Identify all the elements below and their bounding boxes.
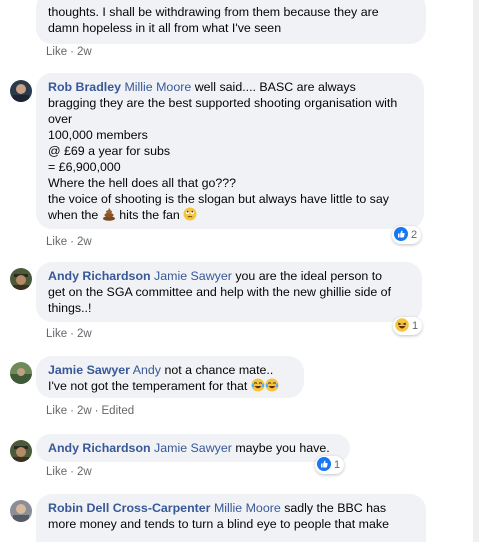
comment-text: when the: [48, 208, 99, 222]
comment-author[interactable]: Jamie Sawyer: [48, 363, 130, 377]
dot: ·: [70, 328, 74, 340]
comment-text-line: @ £69 a year for subs: [48, 144, 171, 158]
comment-text: well said.... BASC are always: [194, 80, 356, 94]
comment-first-line: Andy Richardson Jamie Sawyer you are the…: [48, 268, 410, 284]
edited-label[interactable]: Edited: [102, 405, 135, 417]
like-reaction-icon: [394, 226, 408, 244]
comment-author[interactable]: Andy Richardson: [48, 269, 151, 283]
comment-text: hits the fan: [119, 208, 180, 222]
reaction-count: 1: [412, 320, 419, 332]
comment-text-line: I've not got the temperament for that: [48, 378, 292, 396]
avatar[interactable]: [10, 80, 32, 102]
reaction-count: 1: [334, 459, 341, 471]
comment-author[interactable]: Andy Richardson: [48, 441, 151, 455]
comment-text-line: bragging they are the best supported sho…: [48, 96, 398, 110]
dot: ·: [70, 405, 74, 417]
comment-text-line: the voice of shooting is the slogan but …: [48, 192, 389, 206]
like-button[interactable]: Like: [46, 466, 67, 478]
scrollbar[interactable]: [473, 0, 479, 542]
comment-bubble: thoughts. I shall be withdrawing from th…: [36, 0, 426, 44]
comment-first-line: Robin Dell Cross-Carpenter Millie Moore …: [48, 500, 414, 516]
rolling-eyes-emoji-icon: [183, 207, 197, 225]
tears-of-joy-emoji-icon: [251, 378, 265, 396]
reaction-summary[interactable]: 2: [392, 226, 422, 244]
comment-author[interactable]: Robin Dell Cross-Carpenter: [48, 501, 210, 515]
mention-tag[interactable]: Millie Moore: [124, 80, 191, 94]
comment-text-line: Where the hell does all that go???: [48, 176, 237, 190]
dot: ·: [94, 405, 99, 417]
timestamp[interactable]: 2w: [77, 46, 92, 58]
dot: ·: [70, 466, 74, 478]
timestamp[interactable]: 2w: [77, 466, 92, 478]
comment-bubble: Rob Bradley Millie Moore well said.... B…: [36, 73, 424, 229]
comment-text-line: when the hits the fan: [48, 207, 412, 225]
avatar[interactable]: [10, 440, 32, 462]
comment-bubble: Robin Dell Cross-Carpenter Millie Moore …: [36, 494, 426, 542]
comment-text-line: thoughts. I shall be withdrawing from th…: [48, 5, 379, 19]
like-reaction-icon: [317, 456, 331, 474]
mention-tag[interactable]: Andy: [133, 363, 161, 377]
comment-text-line: things..!: [48, 301, 92, 315]
avatar[interactable]: [10, 500, 32, 522]
comment-text: maybe you have.: [235, 441, 330, 455]
comment-text: sadly the BBC has: [284, 501, 387, 515]
mention-tag[interactable]: Jamie Sawyer: [154, 269, 232, 283]
comment-text-line: more money and tends to turn a blind eye…: [48, 517, 389, 531]
avatar[interactable]: [10, 362, 32, 384]
comment-meta: Like · 2w · Edited: [46, 405, 134, 417]
haha-reaction-icon: [395, 317, 409, 335]
comment-bubble: Jamie Sawyer Andy not a chance mate.. I'…: [36, 356, 304, 398]
like-button[interactable]: Like: [46, 328, 67, 340]
timestamp[interactable]: 2w: [77, 405, 92, 417]
poop-emoji-icon: [102, 207, 116, 225]
avatar[interactable]: [10, 268, 32, 290]
dot: ·: [70, 236, 74, 248]
timestamp[interactable]: 2w: [77, 328, 92, 340]
comment-text: not a chance mate..: [164, 363, 274, 377]
comment-text: you are the ideal person to: [235, 269, 383, 283]
like-button[interactable]: Like: [46, 46, 67, 58]
comment-first-line: Jamie Sawyer Andy not a chance mate..: [48, 362, 292, 378]
comment-text-line: 100,000 members: [48, 128, 148, 142]
comment-text-line: over: [48, 112, 73, 126]
comment-bubble: Andy Richardson Jamie Sawyer maybe you h…: [36, 434, 350, 462]
reaction-summary[interactable]: 1: [393, 317, 423, 335]
tears-of-joy-emoji-icon: [265, 378, 279, 396]
comment-first-line: Rob Bradley Millie Moore well said.... B…: [48, 79, 412, 95]
comment-text-line: = £6,900,000: [48, 160, 121, 174]
comment-bubble: Andy Richardson Jamie Sawyer you are the…: [36, 262, 422, 322]
comment-first-line: Andy Richardson Jamie Sawyer maybe you h…: [48, 440, 338, 456]
comment-text-line: get on the SGA committee and help with t…: [48, 285, 392, 299]
comment-meta: Like · 2w: [46, 466, 92, 478]
comment-text-line: damn hopeless in it all from what I've s…: [48, 21, 282, 35]
comment-meta: Like · 2w: [46, 328, 92, 340]
mention-tag[interactable]: Millie Moore: [214, 501, 281, 515]
dot: ·: [70, 46, 74, 58]
comment-author[interactable]: Rob Bradley: [48, 80, 121, 94]
like-button[interactable]: Like: [46, 405, 67, 417]
timestamp[interactable]: 2w: [77, 236, 92, 248]
reaction-summary[interactable]: 1: [315, 456, 345, 474]
comment-meta: Like · 2w: [46, 46, 92, 58]
comment-text: I've not got the temperament for that: [48, 379, 248, 393]
comment-meta: Like · 2w: [46, 236, 92, 248]
mention-tag[interactable]: Jamie Sawyer: [154, 441, 232, 455]
like-button[interactable]: Like: [46, 236, 67, 248]
reaction-count: 2: [411, 229, 418, 241]
